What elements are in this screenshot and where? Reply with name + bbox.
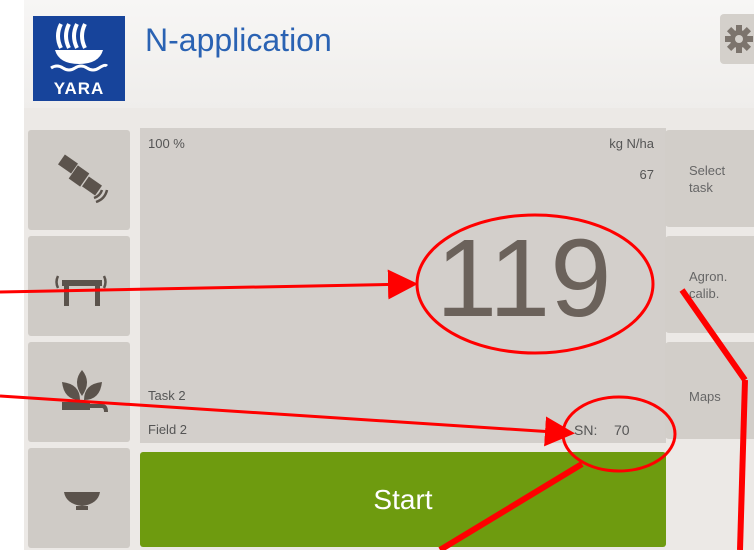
agron-calib-label: Agron. calib.: [689, 269, 728, 301]
target-value: 67: [639, 167, 654, 182]
task-label: Task 2: [148, 388, 186, 403]
sidebar-item-sensor[interactable]: [28, 236, 130, 336]
sidebar-item-plant[interactable]: [28, 342, 130, 442]
viking-ship-icon: [50, 23, 109, 72]
app-window: YARA N-application 100 % kg N/ha 67 119 …: [24, 0, 754, 550]
select-task-label: Select task: [689, 163, 726, 195]
yara-logo: YARA: [33, 16, 125, 101]
logo-text: YARA: [53, 79, 105, 98]
field-label: Field 2: [148, 422, 188, 437]
agron-calib-button[interactable]: Agron. calib.: [665, 236, 754, 333]
unit-label: kg N/ha: [609, 136, 654, 151]
start-button[interactable]: Start: [140, 452, 666, 547]
page-title: N-application: [145, 22, 332, 58]
sensor-boom-icon: [55, 275, 107, 306]
maps-button[interactable]: Maps: [665, 342, 754, 439]
sidebar-item-bowl[interactable]: [28, 448, 130, 548]
application-display: 100 % kg N/ha 67 119 Task 2 Field 2 SN: …: [140, 128, 666, 443]
gear-icon: [725, 25, 753, 53]
bowl-icon: [64, 492, 100, 510]
settings-button[interactable]: [720, 14, 754, 64]
percent-value: 100 %: [148, 136, 185, 151]
sn-label: SN:: [574, 422, 598, 438]
sidebar-item-satellite[interactable]: [28, 130, 130, 230]
plant-icon: [62, 370, 108, 413]
satellite-icon: [58, 154, 109, 204]
application-rate-value: 119: [436, 217, 612, 340]
header: YARA N-application: [24, 0, 754, 108]
maps-label: Maps: [689, 389, 721, 404]
select-task-button[interactable]: Select task: [665, 130, 754, 227]
sn-value: 70: [614, 422, 630, 438]
